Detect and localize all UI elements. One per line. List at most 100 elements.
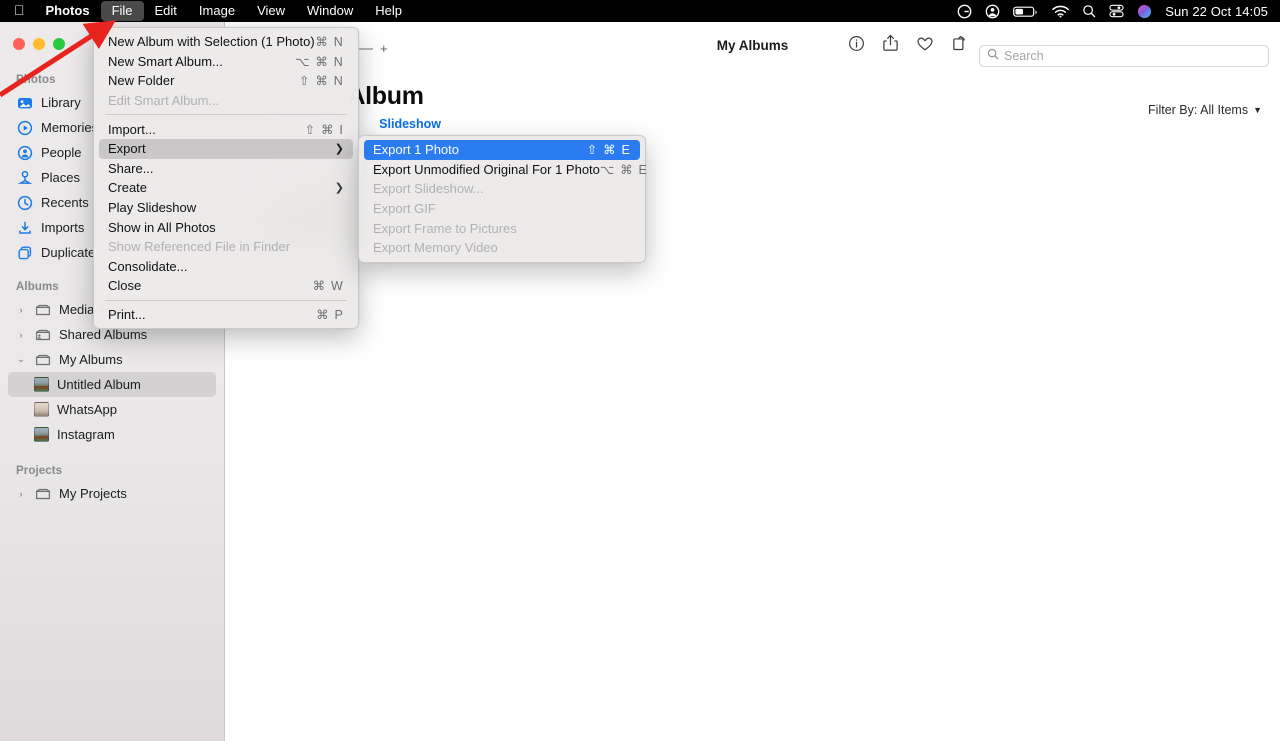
page-title: Untitled Album (225, 81, 1280, 111)
battery-icon[interactable] (1013, 5, 1039, 18)
recents-icon (16, 194, 33, 211)
close-button[interactable] (13, 38, 25, 50)
menu-item-label: Share... (108, 161, 344, 176)
macos-menu-bar:  Photos File Edit Image View Window Hel… (0, 0, 1280, 22)
menu-item-label: Edit Smart Album... (108, 93, 344, 108)
menu-item-label: Export Memory Video (373, 240, 631, 255)
grammarly-icon[interactable] (957, 4, 972, 19)
maximize-button[interactable] (53, 38, 65, 50)
menu-item-label: Show in All Photos (108, 220, 344, 235)
sidebar-item-label: My Projects (59, 486, 127, 501)
sidebar-item-instagram[interactable]: Instagram (8, 422, 216, 447)
menu-image[interactable]: Image (188, 1, 246, 21)
menu-item-share[interactable]: Share... (99, 159, 353, 179)
minimize-button[interactable] (33, 38, 45, 50)
sidebar-item-whatsapp[interactable]: WhatsApp (8, 397, 216, 422)
menu-item-label: Consolidate... (108, 259, 344, 274)
menu-item-label: Play Slideshow (108, 200, 344, 215)
sidebar-item-my-albums[interactable]: ⌄ My Albums (8, 347, 216, 372)
search-box[interactable] (979, 45, 1269, 67)
sidebar-item-label: Untitled Album (57, 377, 141, 392)
search-icon (987, 47, 999, 65)
menu-item-label: Export (108, 141, 327, 156)
duplicates-icon (16, 244, 33, 261)
menu-bar-items:  Photos File Edit Image View Window Hel… (8, 1, 413, 21)
apple-logo-icon[interactable]:  (8, 3, 35, 19)
album-thumbnail-icon (34, 377, 49, 392)
menu-item-show-referenced-file-in-finder: Show Referenced File in Finder (99, 237, 353, 257)
menu-item-label: Export Slideshow... (373, 181, 631, 196)
info-icon[interactable] (848, 35, 865, 52)
menu-view[interactable]: View (246, 1, 296, 21)
siri-icon[interactable] (1137, 4, 1152, 19)
sidebar-item-label: People (41, 145, 81, 160)
file-menu-dropdown: New Album with Selection (1 Photo) ⌘ N N… (93, 27, 359, 329)
places-icon (16, 169, 33, 186)
menu-item-consolidate[interactable]: Consolidate... (99, 257, 353, 277)
menu-file[interactable]: File (101, 1, 144, 21)
sidebar-item-label: WhatsApp (57, 402, 117, 417)
chevron-down-icon[interactable]: ⌄ (16, 354, 26, 365)
sidebar-item-untitled-album[interactable]: Untitled Album (8, 372, 216, 397)
search-icon[interactable] (1082, 4, 1096, 18)
menu-item-label: Export GIF (373, 201, 631, 216)
chevron-right-icon[interactable]: › (16, 305, 26, 315)
wifi-icon[interactable] (1052, 5, 1069, 18)
menu-item-new-smart-album[interactable]: New Smart Album... ⌥ ⌘ N (99, 52, 353, 72)
control-center-icon[interactable] (1109, 4, 1124, 18)
memories-icon (16, 119, 33, 136)
chevron-down-icon: ▼ (1253, 105, 1262, 115)
menu-item-export-memory-video: Export Memory Video (364, 238, 640, 258)
menu-item-label: Close (108, 278, 313, 293)
filter-by-label: Filter By: All Items (1148, 103, 1248, 117)
menu-item-label: Export 1 Photo (373, 142, 587, 157)
menu-help[interactable]: Help (364, 1, 413, 21)
share-icon[interactable] (882, 34, 899, 52)
chevron-right-icon[interactable]: › (16, 489, 26, 499)
menu-item-export[interactable]: Export ❯ (99, 139, 353, 159)
folder-icon (34, 301, 51, 318)
menu-item-create[interactable]: Create ❯ (99, 178, 353, 198)
album-thumbnail-icon (34, 427, 49, 442)
menu-item-label: New Smart Album... (108, 54, 295, 69)
people-icon (16, 144, 33, 161)
main-content: + My Albums (225, 22, 1280, 741)
menu-edit[interactable]: Edit (144, 1, 188, 21)
menu-item-close[interactable]: Close ⌘ W (99, 276, 353, 296)
heart-icon[interactable] (916, 35, 934, 52)
rotate-icon[interactable] (951, 34, 968, 52)
clock[interactable]: Sun 22 Oct 14:05 (1165, 4, 1268, 19)
menu-item-edit-smart-album: Edit Smart Album... (99, 91, 353, 111)
menu-item-label: New Folder (108, 73, 299, 88)
menu-item-label: New Album with Selection (1 Photo) (108, 34, 315, 49)
toolbar: + My Albums (225, 22, 1280, 69)
menu-bar-status-items: Sun 22 Oct 14:05 (957, 4, 1272, 19)
menu-item-play-slideshow[interactable]: Play Slideshow (99, 198, 353, 218)
slideshow-link[interactable]: Slideshow (379, 117, 441, 131)
filter-by-control[interactable]: Filter By: All Items ▼ (1148, 103, 1262, 117)
search-input[interactable] (1004, 49, 1261, 63)
menu-item-shortcut: ⇧ ⌘ E (587, 142, 631, 157)
menu-item-label: Import... (108, 122, 305, 137)
user-account-icon[interactable] (985, 4, 1000, 19)
menu-item-new-album-with-selection[interactable]: New Album with Selection (1 Photo) ⌘ N (99, 32, 353, 52)
menu-item-shortcut: ⌘ W (313, 278, 344, 293)
sidebar-item-label: Instagram (57, 427, 115, 442)
menu-item-new-folder[interactable]: New Folder ⇧ ⌘ N (99, 71, 353, 91)
menu-item-export-1-photo[interactable]: Export 1 Photo ⇧ ⌘ E (364, 140, 640, 160)
menu-item-export-unmodified-original[interactable]: Export Unmodified Original For 1 Photo ⌥… (364, 160, 640, 180)
menu-item-shortcut: ⌥ ⌘ E (600, 162, 648, 177)
menu-item-shortcut: ⌘ P (316, 307, 344, 322)
menu-photos[interactable]: Photos (35, 1, 101, 21)
sidebar-item-my-projects[interactable]: › My Projects (8, 481, 216, 506)
menu-separator (105, 114, 347, 115)
chevron-right-icon[interactable]: › (16, 330, 26, 340)
album-header: Untitled Album Play Memory Video Slidesh… (225, 69, 1280, 131)
menu-window[interactable]: Window (296, 1, 364, 21)
menu-item-show-in-all-photos[interactable]: Show in All Photos (99, 217, 353, 237)
sidebar-item-label: Imports (41, 220, 84, 235)
menu-item-import[interactable]: Import... ⇧ ⌘ I (99, 119, 353, 139)
album-thumbnail-icon (34, 402, 49, 417)
sidebar-item-label: Shared Albums (59, 327, 147, 342)
menu-item-print[interactable]: Print... ⌘ P (99, 305, 353, 325)
